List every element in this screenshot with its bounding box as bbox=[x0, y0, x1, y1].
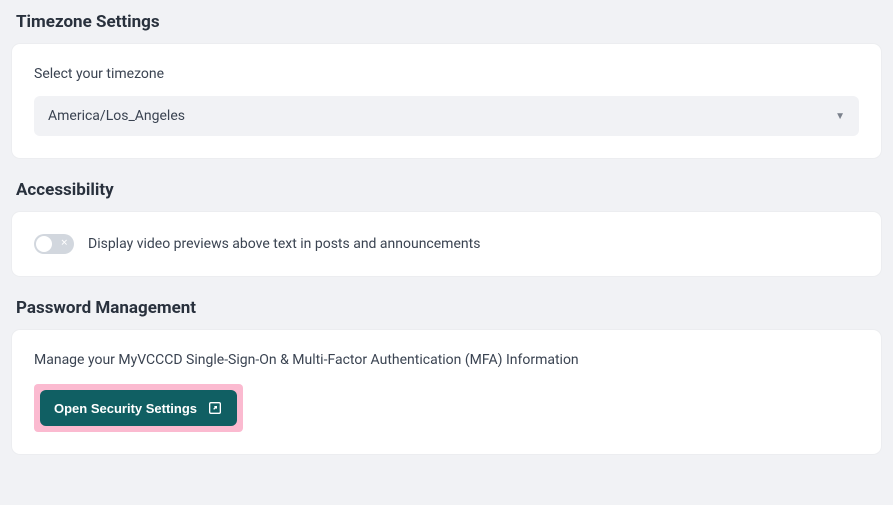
password-card: Manage your MyVCCCD Single-Sign-On & Mul… bbox=[12, 330, 881, 454]
external-link-icon bbox=[207, 400, 223, 416]
video-preview-toggle[interactable]: ✕ bbox=[34, 234, 74, 254]
video-preview-toggle-label: Display video previews above text in pos… bbox=[88, 236, 480, 252]
timezone-card: Select your timezone America/Los_Angeles… bbox=[12, 44, 881, 158]
caret-down-icon: ▼ bbox=[835, 111, 845, 122]
open-security-settings-button[interactable]: Open Security Settings bbox=[40, 390, 237, 426]
accessibility-card: ✕ Display video previews above text in p… bbox=[12, 212, 881, 276]
open-security-settings-label: Open Security Settings bbox=[54, 401, 197, 416]
button-highlight: Open Security Settings bbox=[34, 384, 243, 432]
accessibility-heading: Accessibility bbox=[16, 180, 881, 200]
password-description: Manage your MyVCCCD Single-Sign-On & Mul… bbox=[34, 352, 859, 368]
video-preview-toggle-row: ✕ Display video previews above text in p… bbox=[34, 234, 859, 254]
password-heading: Password Management bbox=[16, 298, 881, 318]
timezone-select[interactable]: America/Los_Angeles ▼ bbox=[34, 96, 859, 136]
timezone-field-label: Select your timezone bbox=[34, 66, 859, 82]
timezone-select-value: America/Los_Angeles bbox=[48, 108, 185, 124]
timezone-heading: Timezone Settings bbox=[16, 12, 881, 32]
toggle-knob bbox=[36, 236, 52, 252]
toggle-off-icon: ✕ bbox=[60, 240, 68, 249]
